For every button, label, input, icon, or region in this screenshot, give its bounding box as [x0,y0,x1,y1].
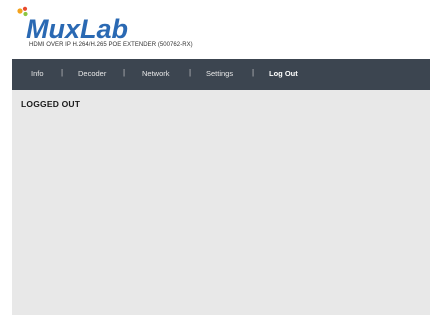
header: MuxLab HDMI OVER IP H.264/H.265 POE EXTE… [12,0,430,58]
nav-separator: | [189,68,192,77]
device-subtitle: HDMI OVER IP H.264/H.265 POE EXTENDER (5… [29,42,193,48]
nav-item-log-out[interactable]: Log Out [269,69,298,78]
nav-separator: | [61,68,64,77]
nav-separator: | [123,68,126,77]
logo-wordmark: MuxLab [26,14,128,42]
muxlab-logo: MuxLab [16,6,166,42]
page-title: LOGGED OUT [21,99,81,109]
main-navigation: Info | Decoder | Network | Settings | Lo… [12,59,430,90]
device-web-ui: MuxLab HDMI OVER IP H.264/H.265 POE EXTE… [12,0,430,315]
nav-separator: | [252,68,255,77]
nav-item-network[interactable]: Network [142,69,170,78]
nav-item-settings[interactable]: Settings [206,69,233,78]
main-content: LOGGED OUT [12,90,430,315]
nav-item-decoder[interactable]: Decoder [78,69,106,78]
nav-item-info[interactable]: Info [31,69,44,78]
